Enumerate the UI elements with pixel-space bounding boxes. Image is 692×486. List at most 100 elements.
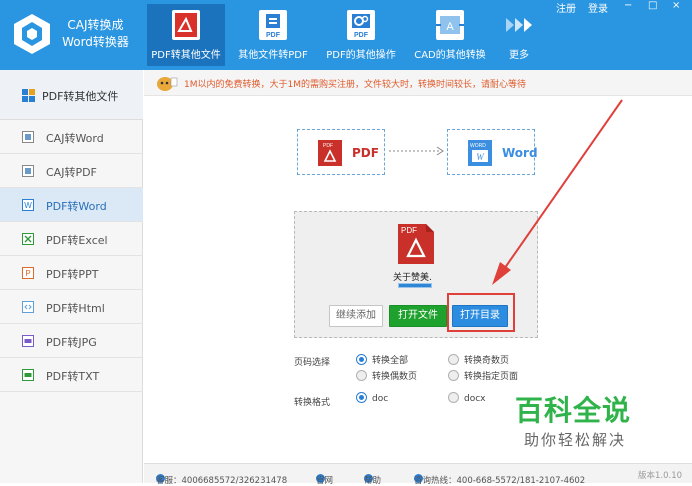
radio-label: 转换全部 bbox=[372, 356, 409, 366]
radio-page-odd[interactable]: 转换奇数页 bbox=[448, 353, 509, 366]
sidebar-header: PDF转其他文件 bbox=[0, 70, 143, 120]
nav-label: 更多 bbox=[509, 50, 529, 61]
radio-label: 转换指定页面 bbox=[464, 372, 519, 382]
watermark-subtitle: 助你轻松解决 bbox=[524, 431, 627, 449]
radio-dot bbox=[448, 392, 459, 403]
notice-text: 1M以内的免费转换，大于1M的需购买注册，文件较大时，转换时间较长，请耐心等待 bbox=[184, 80, 526, 90]
pdf-file-icon: PDF bbox=[318, 140, 342, 166]
nav-label: PDF转其他文件 bbox=[151, 50, 221, 61]
word-badge-text: WORD bbox=[470, 143, 486, 149]
sidebar-header-label: PDF转其他文件 bbox=[42, 90, 119, 103]
dotted-arrow-icon bbox=[389, 146, 444, 156]
nav-other-to-pdf[interactable]: PDF 其他文件转PDF bbox=[233, 4, 313, 66]
support-text: 客服：4006685572/326231478 bbox=[156, 476, 288, 486]
sidebar-item-label: PDF转Word bbox=[46, 200, 107, 213]
svg-text:PDF: PDF bbox=[354, 32, 369, 39]
sidebar-item-label: CAJ转PDF bbox=[46, 166, 97, 179]
sidebar-item-label: PDF转Html bbox=[46, 302, 105, 315]
nav-pdf-to-other[interactable]: PDF转其他文件 bbox=[147, 4, 225, 66]
nav-cad-convert[interactable]: A CAD的其他转换 bbox=[409, 4, 491, 66]
app-title-line2: Word转换器 bbox=[62, 35, 129, 49]
radio-label: 转换偶数页 bbox=[372, 372, 418, 382]
svg-text:P: P bbox=[25, 269, 30, 278]
radio-format-docx[interactable]: docx bbox=[448, 392, 486, 404]
highlight-box bbox=[447, 293, 515, 332]
status-bar: 客服：4006685572/326231478 官网 帮助 咨询热线：400-6… bbox=[144, 463, 692, 486]
sidebar-item-pdf-to-word[interactable]: W PDF转Word bbox=[0, 188, 143, 222]
radio-label: 转换奇数页 bbox=[464, 356, 510, 366]
mascot-icon bbox=[157, 77, 178, 91]
source-format-label: PDF bbox=[352, 146, 379, 160]
jpg-icon bbox=[22, 335, 34, 347]
radio-format-doc[interactable]: doc bbox=[356, 392, 388, 404]
sidebar-item-label: PDF转TXT bbox=[46, 370, 100, 383]
continue-add-button[interactable]: 继续添加 bbox=[329, 305, 383, 327]
radio-label: doc bbox=[372, 394, 389, 404]
sidebar-item-pdf-to-excel[interactable]: PDF转Excel bbox=[0, 222, 143, 256]
target-format-label: Word bbox=[502, 146, 538, 160]
help-label: 帮助 bbox=[364, 476, 382, 486]
sidebar-item-label: PDF转JPG bbox=[46, 336, 97, 349]
radio-dot bbox=[356, 392, 367, 403]
app-title: CAJ转换成 Word转换器 bbox=[58, 17, 133, 51]
minimize-button[interactable]: − bbox=[624, 0, 632, 11]
open-file-button[interactable]: 打开文件 bbox=[389, 305, 447, 327]
sidebar-item-label: PDF转Excel bbox=[46, 234, 108, 247]
sidebar-item-caj-to-word[interactable]: CAJ转Word bbox=[0, 120, 143, 154]
progress-fill bbox=[399, 284, 431, 287]
sidebar-item-label: CAJ转Word bbox=[46, 132, 104, 145]
close-button[interactable]: × bbox=[672, 0, 680, 11]
excel-icon bbox=[22, 233, 34, 245]
nav-pdf-other-ops[interactable]: PDF PDF的其他操作 bbox=[321, 4, 401, 66]
radio-page-custom[interactable]: 转换指定页面 bbox=[448, 369, 518, 382]
maximize-button[interactable]: □ bbox=[648, 0, 657, 11]
radio-dot bbox=[356, 354, 367, 365]
svg-text:A: A bbox=[446, 21, 454, 33]
pdf-gear-icon: PDF bbox=[347, 10, 375, 40]
nav-label: 其他文件转PDF bbox=[238, 50, 308, 61]
ppt-icon: P bbox=[22, 267, 34, 279]
caj-icon bbox=[22, 165, 34, 177]
file-name: 关于赞美. bbox=[393, 273, 432, 283]
pdf-file-icon: PDF bbox=[398, 224, 434, 264]
cad-icon: A bbox=[436, 10, 464, 40]
nav-more[interactable]: 更多 bbox=[497, 4, 541, 66]
word-file-icon: WORD W bbox=[468, 140, 492, 166]
radio-page-all[interactable]: 转换全部 bbox=[356, 353, 408, 366]
word-icon: W bbox=[22, 199, 34, 211]
caj-icon bbox=[22, 131, 34, 143]
more-arrows-icon bbox=[506, 18, 532, 32]
radio-page-even[interactable]: 转换偶数页 bbox=[356, 369, 417, 382]
svg-text:W: W bbox=[24, 201, 32, 210]
register-link[interactable]: 注册 bbox=[556, 0, 576, 15]
html-icon bbox=[22, 301, 34, 313]
radio-dot bbox=[356, 370, 367, 381]
page-selection-label: 页码选择 bbox=[294, 358, 331, 368]
sidebar-item-caj-to-pdf[interactable]: CAJ转PDF bbox=[0, 154, 143, 188]
pdf-badge-text: PDF bbox=[323, 143, 333, 149]
format-label: 转换格式 bbox=[294, 398, 331, 408]
website-label: 官网 bbox=[316, 476, 334, 486]
login-link[interactable]: 登录 bbox=[588, 0, 608, 15]
sidebar-item-pdf-to-ppt[interactable]: P PDF转PPT bbox=[0, 256, 143, 290]
txt-icon bbox=[22, 369, 34, 381]
source-format-box: PDF PDF bbox=[297, 129, 385, 175]
radio-label: docx bbox=[464, 394, 486, 404]
watermark-title: 百科全说 bbox=[515, 394, 632, 427]
sidebar-item-pdf-to-html[interactable]: PDF转Html bbox=[0, 290, 143, 324]
radio-dot bbox=[448, 370, 459, 381]
svg-text:PDF: PDF bbox=[266, 32, 281, 39]
sidebar-item-pdf-to-jpg[interactable]: PDF转JPG bbox=[0, 324, 143, 358]
grid-icon bbox=[22, 89, 35, 102]
app-logo-icon bbox=[14, 14, 50, 54]
sidebar-item-pdf-to-txt[interactable]: PDF转TXT bbox=[0, 358, 143, 392]
sidebar: PDF转其他文件 CAJ转Word CAJ转PDF W PDF转Word PDF… bbox=[0, 70, 143, 483]
sidebar-item-label: PDF转PPT bbox=[46, 268, 99, 281]
conversion-progress-bar bbox=[398, 283, 432, 288]
version-label: 版本1.0.10 bbox=[638, 471, 683, 481]
nav-label: PDF的其他操作 bbox=[326, 50, 396, 61]
nav-label: CAD的其他转换 bbox=[414, 50, 486, 61]
file-badge-text: PDF bbox=[401, 226, 417, 235]
app-title-line1: CAJ转换成 bbox=[67, 18, 124, 32]
target-format-box: WORD W Word bbox=[447, 129, 538, 175]
